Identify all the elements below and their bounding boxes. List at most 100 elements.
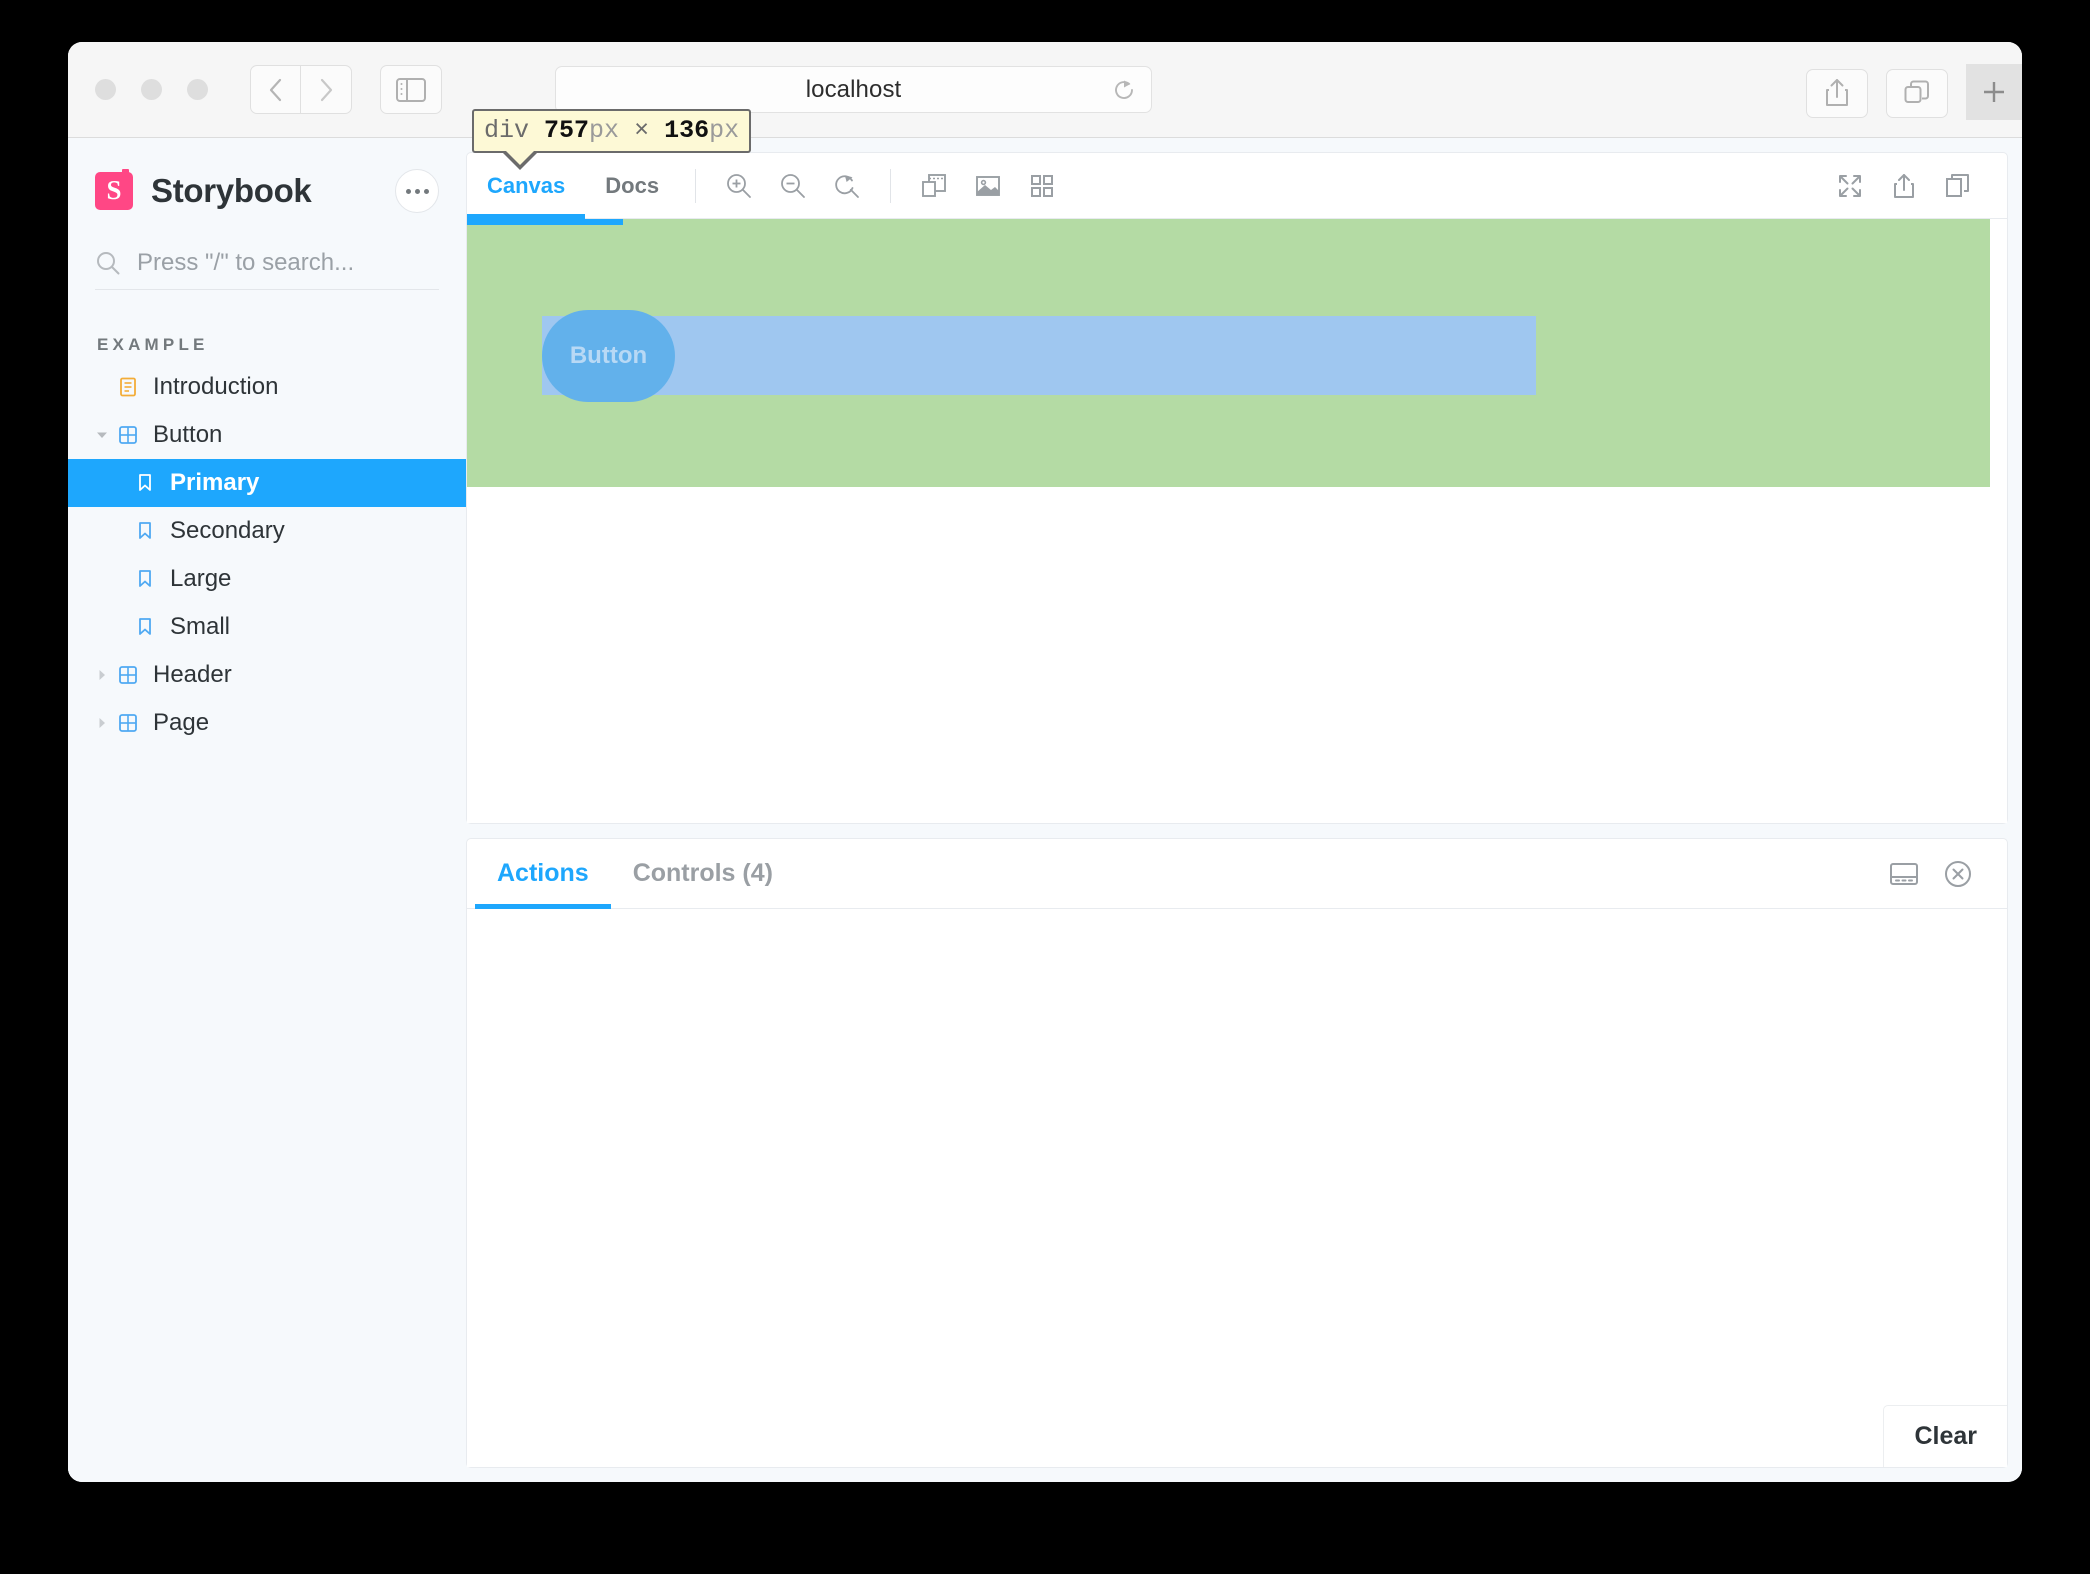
back-button[interactable] [250,65,301,114]
zoom-out-icon [778,171,808,201]
sidebar-section-title: EXAMPLE [95,335,439,355]
reload-icon[interactable] [1111,77,1137,103]
share-button[interactable] [1806,69,1868,118]
chevron-right-icon[interactable] [95,668,117,682]
toolbar-separator [890,169,891,203]
story-icon [134,616,156,638]
story-icon [134,520,156,542]
sidebar-item-primary[interactable]: Primary [68,459,466,507]
sidebar-item-button[interactable]: Button [68,411,466,459]
minimize-window-button[interactable] [141,79,162,100]
fullscreen-button[interactable] [1823,159,1877,213]
zoom-out-button[interactable] [766,159,820,213]
menu-dot-icon [424,189,429,194]
zoom-reset-icon [832,171,862,201]
document-icon [117,376,139,398]
panel-position-icon [1889,861,1919,887]
panel-tab-label: Actions [497,859,589,888]
sidebar-item-small[interactable]: Small [68,603,466,651]
sidebar-item-label: Button [153,421,222,449]
component-icon [117,664,139,686]
viewport-grid-icon [1029,173,1055,199]
storybook-brand-name: Storybook [151,172,311,210]
close-circle-icon [1943,859,1973,889]
measure-tooltip-width: 757 [544,116,589,145]
story-button[interactable]: Button [542,310,675,402]
copy-link-button[interactable] [1931,159,1985,213]
story-icon [134,568,156,590]
tab-docs[interactable]: Docs [585,153,679,218]
fullscreen-icon [1836,172,1864,200]
storybook-app: S Storybook EXAMPLE [68,138,2022,1482]
sidebar-search[interactable] [95,236,439,290]
tab-label: Docs [605,173,659,199]
search-icon [95,250,121,276]
zoom-in-button[interactable] [712,159,766,213]
new-tab-button[interactable] [1966,64,2022,120]
grid-button[interactable] [1015,159,1069,213]
sidebar-item-large[interactable]: Large [68,555,466,603]
preview-toolbar-icons [712,159,1069,213]
panel-tab-label: Controls (4) [633,859,773,888]
chevron-down-icon[interactable] [95,428,117,442]
maximize-window-button[interactable] [187,79,208,100]
sidebar-panel-icon [396,78,426,102]
tab-actions[interactable]: Actions [475,839,611,908]
sidebar-item-page[interactable]: Page [68,699,466,747]
measure-tooltip-width-unit: px [589,116,619,145]
preview-container: Canvas Docs [466,152,2008,824]
navigation-buttons [250,65,352,114]
plus-icon [1980,78,2008,106]
addon-panel-tabs: Actions Controls (4) [467,839,2007,909]
close-window-button[interactable] [95,79,116,100]
menu-dot-icon [406,189,411,194]
sidebar-item-label: Introduction [153,373,278,401]
storybook-brand[interactable]: S Storybook [95,138,439,236]
sidebar-tree: Introduction [68,363,466,747]
share-icon [1824,78,1850,108]
search-input[interactable] [137,249,439,277]
url-bar[interactable]: localhost [555,66,1152,113]
share-icon [1891,172,1917,200]
sidebar-menu-button[interactable] [395,169,439,213]
backgrounds-button[interactable] [961,159,1015,213]
open-in-new-tab-button[interactable] [1877,159,1931,213]
close-panel-button[interactable] [1931,847,1985,901]
chevron-right-icon[interactable] [95,716,117,730]
backgrounds-icon [974,172,1002,200]
tab-overview-button[interactable] [1886,69,1948,118]
measure-tooltip-tag: div [484,116,529,145]
sidebar-item-secondary[interactable]: Secondary [68,507,466,555]
storybook-logo-letter: S [106,177,121,204]
measure-highlight-bar [467,219,623,225]
measure-tooltip-height-unit: px [709,116,739,145]
forward-button[interactable] [301,65,352,114]
sidebar-item-label: Primary [170,469,259,497]
sidebar-item-header[interactable]: Header [68,651,466,699]
story-icon [134,472,156,494]
copy-icon [1944,172,1972,200]
chevron-left-icon [266,77,286,103]
sidebar-item-label: Secondary [170,517,285,545]
zoom-in-icon [724,171,754,201]
storybook-logo-icon: S [95,172,133,210]
grid-layout-icon [920,172,948,200]
tab-label: Canvas [487,173,565,199]
storybook-sidebar: S Storybook EXAMPLE [68,138,466,1482]
tab-controls[interactable]: Controls (4) [611,839,795,908]
browser-sidebar-toggle-button[interactable] [380,65,442,114]
preview-canvas[interactable]: Button [467,219,2007,823]
sidebar-item-label: Large [170,565,231,593]
sidebar-item-label: Small [170,613,230,641]
measure-margin-overlay: Button [467,219,1990,487]
sidebar-item-label: Header [153,661,232,689]
outlines-button[interactable] [907,159,961,213]
sidebar-item-introduction[interactable]: Introduction [68,363,466,411]
panel-position-button[interactable] [1877,847,1931,901]
addon-panel-controls [1877,839,2007,908]
zoom-reset-button[interactable] [820,159,874,213]
toolbar-separator [695,169,696,203]
clear-button[interactable]: Clear [1883,1405,2007,1467]
menu-dot-icon [415,189,420,194]
browser-right-controls [1806,66,2022,120]
